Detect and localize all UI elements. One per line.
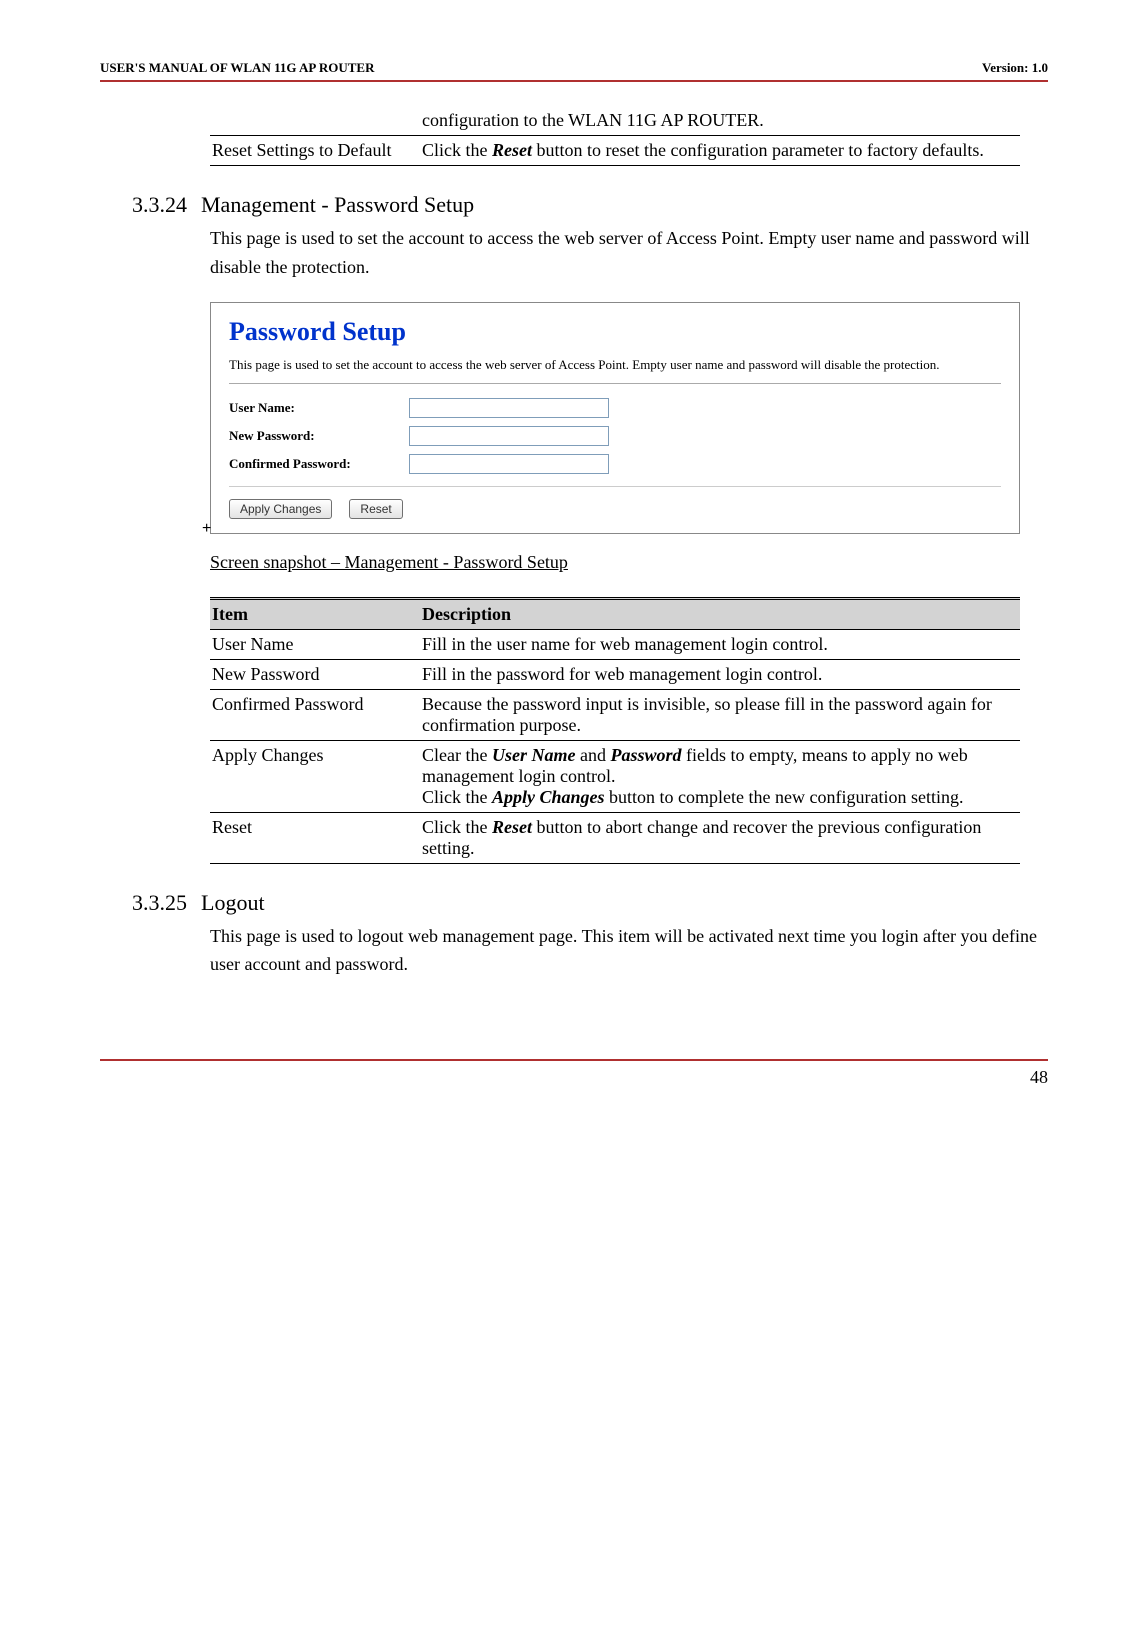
reset-button[interactable]: Reset [349, 499, 402, 519]
cell-desc: Clear the User Name and Password fields … [420, 740, 1020, 812]
table-reset-settings: configuration to the WLAN 11G AP ROUTER.… [210, 106, 1020, 166]
table-row: Reset Settings to Default Click the Rese… [210, 136, 1020, 166]
cell-desc: configuration to the WLAN 11G AP ROUTER. [420, 106, 1020, 136]
confirmed-password-label: Confirmed Password: [229, 456, 409, 472]
plus-marker: + [202, 520, 1048, 538]
screenshot-description: This page is used to set the account to … [229, 357, 1001, 384]
table-row: User Name Fill in the user name for web … [210, 629, 1020, 659]
cell-item: Confirmed Password [210, 689, 420, 740]
cell-item-empty [210, 106, 420, 136]
cell-desc: Click the Reset button to reset the conf… [420, 136, 1020, 166]
table-row: Apply Changes Clear the User Name and Pa… [210, 740, 1020, 812]
heading-password-setup: 3.3.24 Management - Password Setup [132, 192, 1048, 218]
form-row-new-password: New Password: [229, 426, 1001, 446]
table-item-description: Item Description User Name Fill in the u… [210, 597, 1020, 864]
header-divider [100, 80, 1048, 82]
table-header-item: Item [210, 598, 420, 629]
heading-logout: 3.3.25 Logout [132, 890, 1048, 916]
page-header: USER'S MANUAL OF WLAN 11G AP ROUTER Vers… [100, 60, 1048, 76]
cell-desc: Fill in the user name for web management… [420, 629, 1020, 659]
form-row-confirmed-password: Confirmed Password: [229, 454, 1001, 474]
confirmed-password-input[interactable] [409, 454, 609, 474]
cell-item: User Name [210, 629, 420, 659]
header-left: USER'S MANUAL OF WLAN 11G AP ROUTER [100, 60, 375, 76]
cell-item: Apply Changes [210, 740, 420, 812]
cell-desc: Because the password input is invisible,… [420, 689, 1020, 740]
new-password-label: New Password: [229, 428, 409, 444]
cell-item: Reset Settings to Default [210, 136, 420, 166]
table-row: Confirmed Password Because the password … [210, 689, 1020, 740]
form-row-username: User Name: [229, 398, 1001, 418]
heading-number: 3.3.25 [132, 890, 187, 915]
table-header-row: Item Description [210, 598, 1020, 629]
heading-text: Logout [201, 890, 265, 915]
header-right: Version: 1.0 [982, 60, 1048, 76]
table-row: configuration to the WLAN 11G AP ROUTER. [210, 106, 1020, 136]
new-password-input[interactable] [409, 426, 609, 446]
heading-text: Management - Password Setup [201, 192, 474, 217]
cell-item: New Password [210, 659, 420, 689]
page-number: 48 [100, 1067, 1048, 1088]
password-setup-screenshot: Password Setup This page is used to set … [210, 302, 1020, 534]
username-input[interactable] [409, 398, 609, 418]
screenshot-title: Password Setup [229, 317, 1001, 347]
cell-desc: Fill in the password for web management … [420, 659, 1020, 689]
form-divider [229, 486, 1001, 487]
table-header-desc: Description [420, 598, 1020, 629]
username-label: User Name: [229, 400, 409, 416]
paragraph-logout: This page is used to logout web manageme… [210, 922, 1048, 980]
cell-item: Reset [210, 812, 420, 863]
cell-desc: Click the Reset button to abort change a… [420, 812, 1020, 863]
table-row: New Password Fill in the password for we… [210, 659, 1020, 689]
heading-number: 3.3.24 [132, 192, 187, 217]
paragraph-password-setup: This page is used to set the account to … [210, 224, 1048, 282]
screenshot-caption: Screen snapshot – Management - Password … [210, 552, 1048, 573]
apply-changes-button[interactable]: Apply Changes [229, 499, 332, 519]
table-row: Reset Click the Reset button to abort ch… [210, 812, 1020, 863]
footer-divider [100, 1059, 1048, 1061]
